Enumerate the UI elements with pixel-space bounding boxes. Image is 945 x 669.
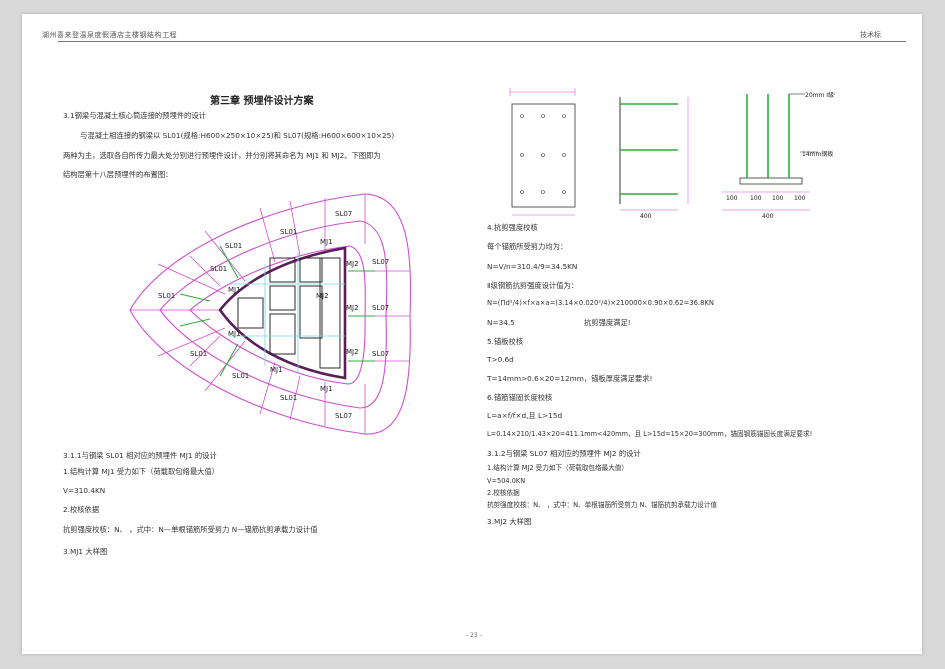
eq-9: L=0.14×210/1.43×20=411.1mm<420mm，且 L>15d… [487, 430, 813, 438]
label-sl01-6: SL01 [280, 228, 297, 236]
item-6: 6.锚筋锚固长度校核 [487, 393, 553, 402]
page-number: - 23 - [466, 632, 482, 639]
header-left: 湖州喜来登温泉度假酒店主楼钢结构工程 [42, 31, 177, 39]
label-mj2-3: MJ2 [346, 348, 359, 356]
label-sl01-4: SL01 [225, 242, 242, 250]
shear-force-v: V=310.4KN [63, 486, 106, 495]
item-2: 2.校核依据 [63, 505, 100, 514]
item-3: 3.MJ1 大样图 [63, 547, 108, 556]
header-rule [58, 41, 906, 42]
mj2-item-2-detail: 抗剪强度校核：N、 ，式中：N、单根锚筋所受剪力 N、锚筋抗剪承载力设计值 [487, 501, 717, 509]
mj2-item-3: 3.MJ2 大样图 [487, 517, 532, 526]
eq-3: Ⅱ级钢筋抗剪强度设计值为： [487, 281, 579, 290]
label-mj2-1: MJ2 [346, 260, 359, 268]
eq-4: N=(Πd²/4)×f×a×a=(3.14×0.020²/4)×210000×0… [487, 299, 714, 307]
paragraph-line-1: 与混凝土相连接的钢梁以 SL01(规格:H600×250×10×25)和 SL0… [80, 131, 395, 140]
label-sl01-3: SL01 [158, 292, 175, 300]
label-mj1-3: MJ1 [228, 286, 241, 294]
embed-plate-detail: 20mm Ⅰ级钢筋 14mm钢板 100 100 100 100 400 400 [509, 88, 835, 220]
label-mj1-5: MJ1 [270, 366, 283, 374]
section-3-1-1: 3.1.1与钢梁 SL01 相对应的预埋件 MJ1 的设计 [63, 451, 217, 460]
item-4: 4.抗剪强度校核 [487, 223, 538, 232]
chapter-title: 第三章 预埋件设计方案 [210, 96, 314, 107]
dim-4: 100 [794, 195, 806, 202]
eq-6: T>0.6d [487, 355, 514, 364]
floor-plan-drawing: SL01 SL01 SL01 SL01 SL01 SL01 SL01 SL07 … [129, 193, 412, 435]
mj2-item-2: 2.校核依据 [487, 489, 520, 497]
label-sl01-5: SL01 [232, 372, 249, 380]
eq-1: 每个锚筋所受剪力均为： [487, 242, 568, 251]
label-sl01-1: SL01 [210, 265, 227, 273]
mj2-item-1: 1.结构计算 MJ2 受力如下（荷载取包络最大值） [487, 464, 628, 472]
section-3-1-2: 3.1.2与钢梁 SL07 相对应的预埋件 MJ2 的设计 [487, 449, 641, 458]
label-sl01-7: SL01 [280, 394, 297, 402]
label-sl07-1: SL07 [372, 258, 389, 266]
eq-8: L=a×f/f×d,且 L>15d [487, 411, 563, 420]
dim-plate: 400 [640, 213, 652, 220]
label-sl07-5: SL07 [335, 412, 352, 420]
label-mj2-2: MJ2 [346, 304, 359, 312]
plate-label: 14mm钢板 [802, 150, 833, 158]
label-sl01-2: SL01 [190, 350, 207, 358]
dim-3: 100 [772, 195, 784, 202]
label-mj1-4: MJ1 [228, 330, 241, 338]
label-sl07-4: SL07 [335, 210, 352, 218]
header-right: 技术标 [860, 31, 881, 39]
item-2-detail: 抗剪强度校核：N、 ，式中：N—单根锚筋所受剪力 N—锚筋抗剪承载力设计值 [63, 525, 318, 534]
eq-5a: N=34.5 [487, 318, 515, 327]
section-3-1: 3.1钢梁与混凝土核心筒连接的预埋件的设计 [63, 111, 206, 120]
eq-5b: 抗剪强度满足! [584, 318, 631, 327]
mj2-v: V=504.0KN [487, 477, 526, 485]
item-1: 1.结构计算 MJ1 受力如下（荷载取包络最大值） [63, 467, 220, 476]
label-mj2-4: MJ2 [316, 292, 329, 300]
label-sl07-2: SL07 [372, 304, 389, 312]
item-5: 5.锚板校核 [487, 337, 524, 346]
paragraph-line-2: 两种为主，选取各自所传力最大处分别进行预埋件设计，并分别将其命名为 MJ1 和 … [63, 151, 381, 160]
dim-total: 400 [762, 213, 774, 220]
label-mj1-1: MJ1 [320, 238, 333, 246]
paragraph-line-3: 结构层第十八层预埋件的布置图： [63, 170, 173, 179]
dim-2: 100 [750, 195, 762, 202]
label-sl07-3: SL07 [372, 350, 389, 358]
dim-1: 100 [726, 195, 738, 202]
rebar-label: 20mm Ⅰ级钢筋 [805, 91, 835, 99]
label-mj1-2: MJ1 [320, 385, 333, 393]
eq-2: N=V/n=310.4/9=34.5KN [487, 262, 578, 271]
eq-7: T=14mm>0.6×20=12mm，锚板厚度满足要求! [487, 374, 653, 383]
